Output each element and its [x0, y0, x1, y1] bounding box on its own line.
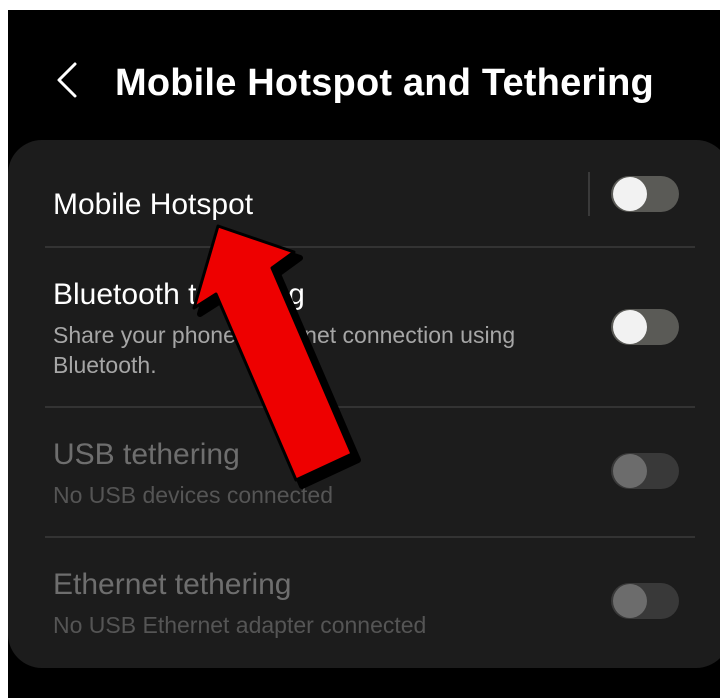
bluetooth-tethering-subtitle: Share your phone's Internet connection u… [53, 322, 516, 378]
toggle-knob [613, 177, 647, 211]
toggle-knob [613, 584, 647, 618]
app-header: Mobile Hotspot and Tethering [8, 10, 720, 150]
toggle-knob [613, 454, 647, 488]
phone-screen: Mobile Hotspot and Tethering Mobile Hots… [8, 10, 720, 698]
ethernet-tethering-toggle [611, 583, 679, 619]
bluetooth-tethering-toggle[interactable] [611, 309, 679, 345]
bluetooth-tethering-label: Bluetooth tethering [53, 278, 305, 311]
vertical-separator [588, 172, 590, 216]
toggle-knob [613, 310, 647, 344]
chevron-left-icon [57, 62, 77, 98]
usb-tethering-label: USB tethering [53, 438, 240, 471]
page-title: Mobile Hotspot and Tethering [115, 62, 654, 104]
ethernet-tethering-subtitle: No USB Ethernet adapter connected [53, 612, 427, 638]
back-button[interactable] [48, 60, 88, 100]
mobile-hotspot-toggle[interactable] [611, 176, 679, 212]
usb-tethering-toggle [611, 453, 679, 489]
ethernet-tethering-label: Ethernet tethering [53, 568, 292, 601]
mobile-hotspot-label: Mobile Hotspot [53, 188, 254, 221]
usb-tethering-subtitle: No USB devices connected [53, 482, 333, 508]
